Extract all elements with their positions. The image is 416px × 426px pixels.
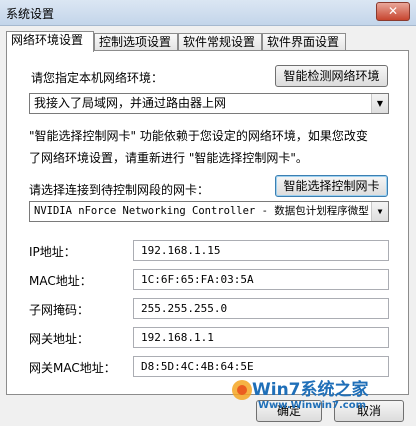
smart-select-nic-button[interactable]: 智能选择控制网卡 xyxy=(275,175,388,197)
nic-select[interactable]: NVIDIA nForce Networking Controller - 数据… xyxy=(29,201,389,222)
gateway-mac-field[interactable]: D8:5D:4C:4B:64:5E xyxy=(133,356,389,377)
note-line-2: 了网络环境设置，请重新进行 "智能选择控制网卡"。 xyxy=(29,151,308,165)
dropdown-arrow-icon[interactable]: ▼ xyxy=(371,94,388,113)
settings-panel: 请您指定本机网络环境： 智能检测网络环境 我接入了局域网，并通过路由器上网 ▼ … xyxy=(6,50,409,395)
ip-label: IP地址： xyxy=(29,245,76,259)
mac-label: MAC地址： xyxy=(29,274,92,288)
tab-control-options[interactable]: 控制选项设置 xyxy=(94,33,178,51)
nic-value: NVIDIA nForce Networking Controller - 数据… xyxy=(34,205,369,217)
close-button[interactable]: ✕ xyxy=(376,2,410,21)
gateway-field[interactable]: 192.168.1.1 xyxy=(133,327,389,348)
mac-field[interactable]: 1C:6F:65:FA:03:5A xyxy=(133,269,389,290)
network-env-value: 我接入了局域网，并通过路由器上网 xyxy=(34,96,227,110)
tab-interface-settings[interactable]: 软件界面设置 xyxy=(262,33,346,51)
window-title: 系统设置 xyxy=(6,7,55,21)
watermark-text: Win7系统之家 xyxy=(252,380,369,400)
gateway-label: 网关地址： xyxy=(29,332,90,346)
dropdown-arrow-icon[interactable]: ▼ xyxy=(371,202,388,221)
gateway-mac-label: 网关MAC地址： xyxy=(29,361,116,375)
tab-network-settings[interactable]: 网络环境设置 xyxy=(6,31,94,52)
tab-general-settings[interactable]: 软件常规设置 xyxy=(178,33,262,51)
nic-label: 请选择连接到待控制网段的网卡： xyxy=(29,183,210,197)
title-bar: 系统设置 ✕ xyxy=(0,0,416,26)
network-env-select[interactable]: 我接入了局域网，并通过路由器上网 ▼ xyxy=(29,93,389,114)
subnet-mask-field[interactable]: 255.255.255.0 xyxy=(133,298,389,319)
subnet-mask-label: 子网掩码： xyxy=(29,303,90,317)
ip-field[interactable]: 192.168.1.15 xyxy=(133,240,389,261)
auto-detect-button[interactable]: 智能检测网络环境 xyxy=(275,65,388,87)
network-env-label: 请您指定本机网络环境： xyxy=(31,71,164,85)
watermark-url: Www.Winwin7.com xyxy=(258,400,367,411)
note-line-1: "智能选择控制网卡" 功能依赖于您设定的网络环境，如果您改变 xyxy=(29,129,368,143)
